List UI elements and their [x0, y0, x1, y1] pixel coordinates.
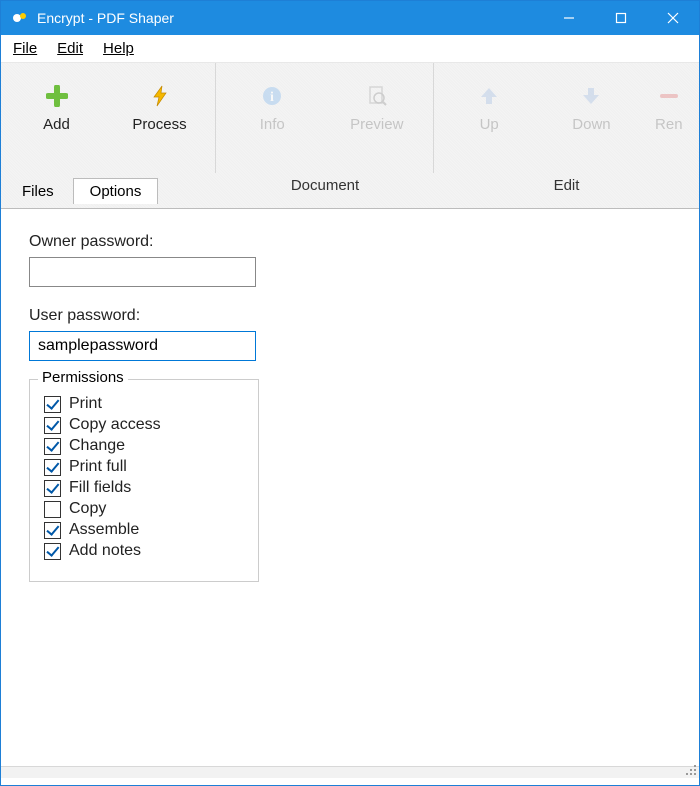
permissions-group: Permissions PrintCopy accessChangePrint …: [29, 379, 259, 582]
owner-password-label: Owner password:: [29, 233, 671, 251]
toolbar-label: Add: [43, 116, 70, 133]
tab-options[interactable]: Options: [73, 178, 159, 204]
up-button: Up: [444, 84, 534, 133]
checkbox-icon: [44, 396, 61, 413]
resize-grip[interactable]: [685, 764, 697, 776]
lightning-icon: [148, 84, 172, 108]
plus-icon: [45, 84, 69, 108]
svg-text:i: i: [270, 90, 274, 105]
checkbox-icon: [44, 438, 61, 455]
checkbox-icon: [44, 501, 61, 518]
process-button[interactable]: Process: [115, 84, 205, 133]
permission-copy-access[interactable]: Copy access: [44, 416, 244, 434]
checkbox-label: Assemble: [69, 521, 139, 539]
permission-add-notes[interactable]: Add notes: [44, 542, 244, 560]
checkbox-icon: [44, 480, 61, 497]
menu-help[interactable]: Help: [93, 36, 144, 61]
app-icon: [11, 9, 29, 27]
minimize-button[interactable]: [543, 1, 595, 35]
user-password-label: User password:: [29, 307, 671, 325]
tab-files[interactable]: Files: [5, 178, 71, 204]
toolbar-label: Preview: [350, 116, 403, 133]
checkbox-label: Change: [69, 437, 125, 455]
window-controls: [543, 1, 699, 35]
add-button[interactable]: Add: [12, 84, 102, 133]
checkbox-label: Copy access: [69, 416, 161, 434]
checkbox-label: Add notes: [69, 542, 141, 560]
permission-print[interactable]: Print: [44, 395, 244, 413]
down-button: Down: [546, 84, 636, 133]
toolbar-label: Up: [480, 116, 499, 133]
maximize-button[interactable]: [595, 1, 647, 35]
checkbox-icon: [44, 543, 61, 560]
menu-edit[interactable]: Edit: [47, 36, 93, 61]
toolbar-label: Process: [132, 116, 186, 133]
ribbon: Add Process i Info Preview: [1, 63, 699, 208]
arrow-down-icon: [579, 84, 603, 108]
tab-strip: Files Options: [1, 178, 699, 204]
remove-button: Ren: [649, 84, 689, 133]
owner-password-input[interactable]: [29, 257, 256, 287]
checkbox-label: Copy: [69, 500, 106, 518]
checkbox-label: Fill fields: [69, 479, 131, 497]
titlebar: Encrypt - PDF Shaper: [1, 1, 699, 35]
toolbar-label: Ren: [655, 116, 683, 133]
checkbox-icon: [44, 459, 61, 476]
preview-button: Preview: [332, 84, 422, 133]
permission-assemble[interactable]: Assemble: [44, 521, 244, 539]
checkbox-label: Print: [69, 395, 102, 413]
toolbar-group-document: i Info Preview: [216, 63, 434, 173]
toolbar-label: Down: [572, 116, 610, 133]
menu-file[interactable]: File: [3, 36, 47, 61]
checkbox-label: Print full: [69, 458, 127, 476]
checkbox-icon: [44, 417, 61, 434]
info-button: i Info: [227, 84, 317, 133]
info-icon: i: [260, 84, 284, 108]
permissions-legend: Permissions: [38, 369, 128, 386]
statusbar: [1, 766, 699, 778]
checkbox-icon: [44, 522, 61, 539]
user-password-input[interactable]: [29, 331, 256, 361]
toolbar-group-edit: Up Down Ren: [434, 63, 699, 173]
menubar: File Edit Help: [1, 35, 699, 63]
toolbar-label: Info: [260, 116, 285, 133]
arrow-up-icon: [477, 84, 501, 108]
options-panel: Owner password: User password: Permissio…: [1, 208, 699, 778]
permission-copy[interactable]: Copy: [44, 500, 244, 518]
permission-change[interactable]: Change: [44, 437, 244, 455]
toolbar-group-files: Add Process: [1, 63, 216, 173]
magnifier-icon: [365, 84, 389, 108]
permission-print-full[interactable]: Print full: [44, 458, 244, 476]
permission-fill-fields[interactable]: Fill fields: [44, 479, 244, 497]
close-button[interactable]: [647, 1, 699, 35]
minus-icon: [657, 84, 681, 108]
window-title: Encrypt - PDF Shaper: [37, 10, 543, 26]
